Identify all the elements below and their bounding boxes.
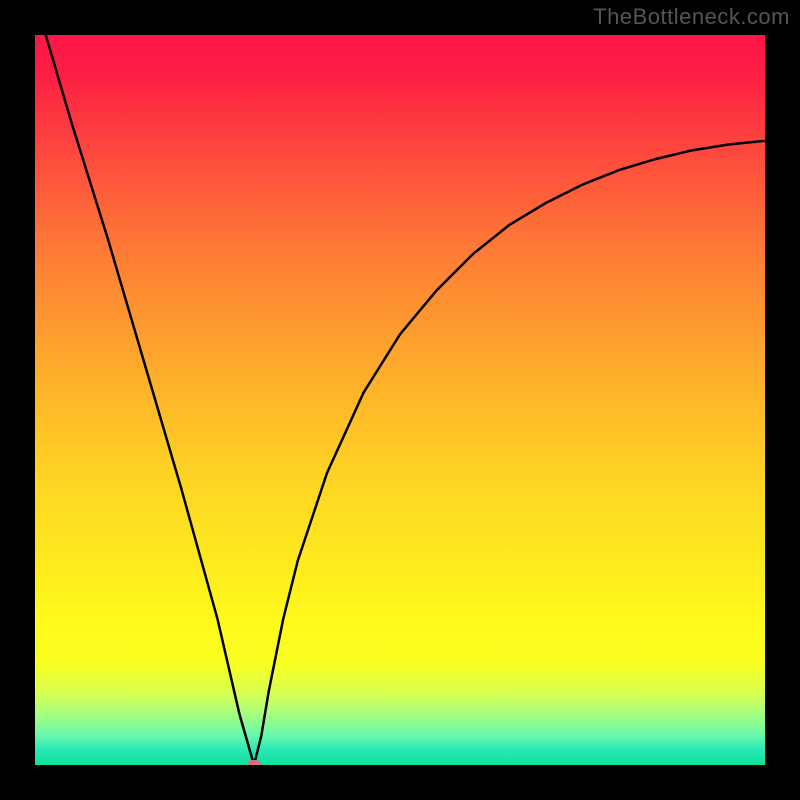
plot-area	[35, 35, 765, 765]
curve-path	[35, 35, 765, 765]
optimum-marker-icon	[247, 760, 261, 765]
watermark-text: TheBottleneck.com	[593, 4, 790, 30]
bottleneck-curve	[35, 35, 765, 765]
chart-frame: TheBottleneck.com	[0, 0, 800, 800]
